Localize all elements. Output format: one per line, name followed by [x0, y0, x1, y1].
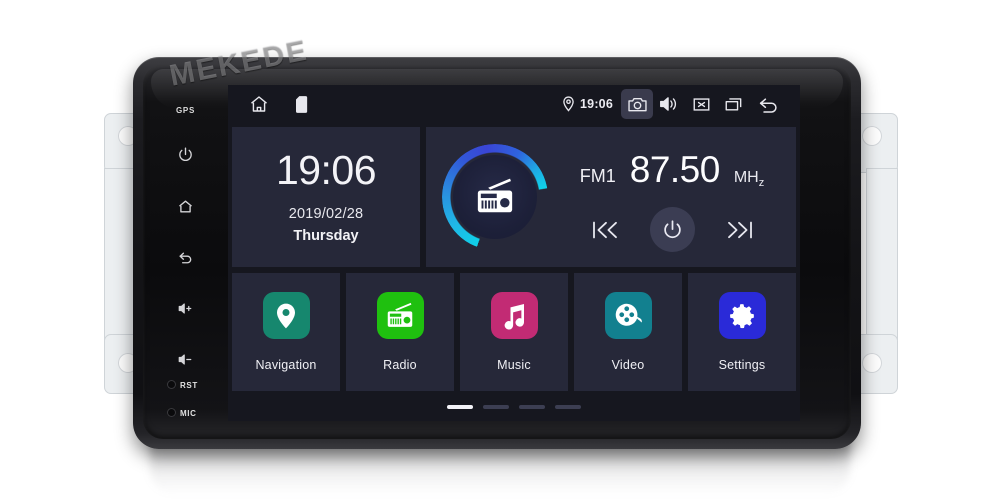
volume-icon[interactable] — [653, 89, 685, 119]
app-tile-settings[interactable]: Settings — [688, 273, 796, 391]
touchscreen[interactable]: 19:06 19:06 2019/02/28 Thursday FM1 87.5… — [228, 85, 800, 421]
frequency-unit-main: MH — [733, 169, 759, 186]
back-arrow-icon[interactable] — [749, 89, 787, 119]
clock-weekday: Thursday — [293, 228, 359, 244]
app-label: Radio — [383, 358, 417, 372]
microphone-port — [167, 408, 176, 417]
hardware-key-column: GPS RST MIC — [150, 75, 206, 431]
app-grid: Navigation Radio Music Video Settings — [232, 273, 796, 391]
app-tile-radio[interactable]: Radio — [346, 273, 454, 391]
status-bar-time: 19:06 — [580, 97, 613, 111]
page-dot-4[interactable] — [555, 405, 581, 409]
radio-icon — [453, 155, 537, 239]
gear-icon-box — [718, 292, 766, 339]
gps-label: GPS — [176, 106, 195, 115]
app-label: Settings — [718, 358, 766, 372]
app-label: Navigation — [255, 358, 317, 372]
radio-controls — [564, 207, 780, 252]
power-icon[interactable] — [649, 207, 695, 252]
mute-x-icon[interactable] — [685, 89, 717, 119]
frequency-unit: MHz — [734, 169, 764, 189]
bracket-hole — [862, 126, 882, 146]
frequency-line: FM1 87.50 MHz — [564, 151, 780, 189]
status-bar: 19:06 — [228, 85, 800, 123]
radio-dial[interactable] — [442, 144, 548, 250]
clock-date: 2019/02/28 — [288, 206, 364, 222]
reset-label: RST — [180, 381, 198, 390]
app-tile-video[interactable]: Video — [574, 273, 682, 391]
widget-row: 19:06 2019/02/28 Thursday FM1 87.50 MHz — [232, 127, 796, 267]
sd-card-icon[interactable] — [296, 95, 309, 113]
mounting-bracket-left-mid — [104, 168, 136, 340]
mounting-bracket-right-mid — [866, 168, 898, 340]
radio-band: FM1 — [579, 166, 616, 186]
volume-down-key[interactable] — [174, 348, 196, 370]
reset-port[interactable] — [167, 380, 176, 389]
film-reel-icon-box — [604, 292, 652, 339]
clock-time: 19:06 — [275, 147, 377, 193]
recent-apps-icon[interactable] — [717, 89, 749, 119]
previous-track-icon[interactable] — [590, 217, 620, 243]
page-dot-1[interactable] — [447, 405, 473, 409]
radio-icon-box — [376, 292, 424, 339]
power-key[interactable] — [174, 143, 196, 165]
radio-widget[interactable]: FM1 87.50 MHz — [426, 127, 796, 267]
back-key[interactable] — [174, 246, 196, 268]
app-label: Music — [497, 358, 531, 372]
volume-up-key[interactable] — [174, 297, 196, 319]
status-bar-left — [249, 94, 309, 114]
camera-icon[interactable] — [621, 89, 653, 119]
status-bar-right: 19:06 — [562, 89, 787, 119]
frequency-unit-sub: z — [758, 177, 765, 190]
page-dot-3[interactable] — [519, 405, 545, 409]
home-key[interactable] — [174, 195, 196, 217]
page-indicator — [228, 405, 800, 409]
app-label: Video — [611, 358, 645, 372]
page-dot-2[interactable] — [483, 405, 509, 409]
home-icon[interactable] — [249, 94, 269, 114]
radio-frequency: 87.50 — [629, 149, 721, 190]
bracket-hole — [862, 353, 882, 373]
microphone-label: MIC — [180, 409, 197, 418]
radio-info: FM1 87.50 MHz — [564, 127, 786, 267]
app-tile-music[interactable]: Music — [460, 273, 568, 391]
navigation-icon-box — [262, 292, 310, 339]
music-note-icon-box — [490, 292, 538, 339]
location-pin-icon — [562, 96, 575, 112]
screenshot-stage: MEKEDE GPS RST MIC 19:06 19:06 2019/02/2… — [0, 0, 1000, 500]
clock-widget[interactable]: 19:06 2019/02/28 Thursday — [232, 127, 420, 267]
app-tile-navigation[interactable]: Navigation — [232, 273, 340, 391]
next-track-icon[interactable] — [725, 217, 755, 243]
